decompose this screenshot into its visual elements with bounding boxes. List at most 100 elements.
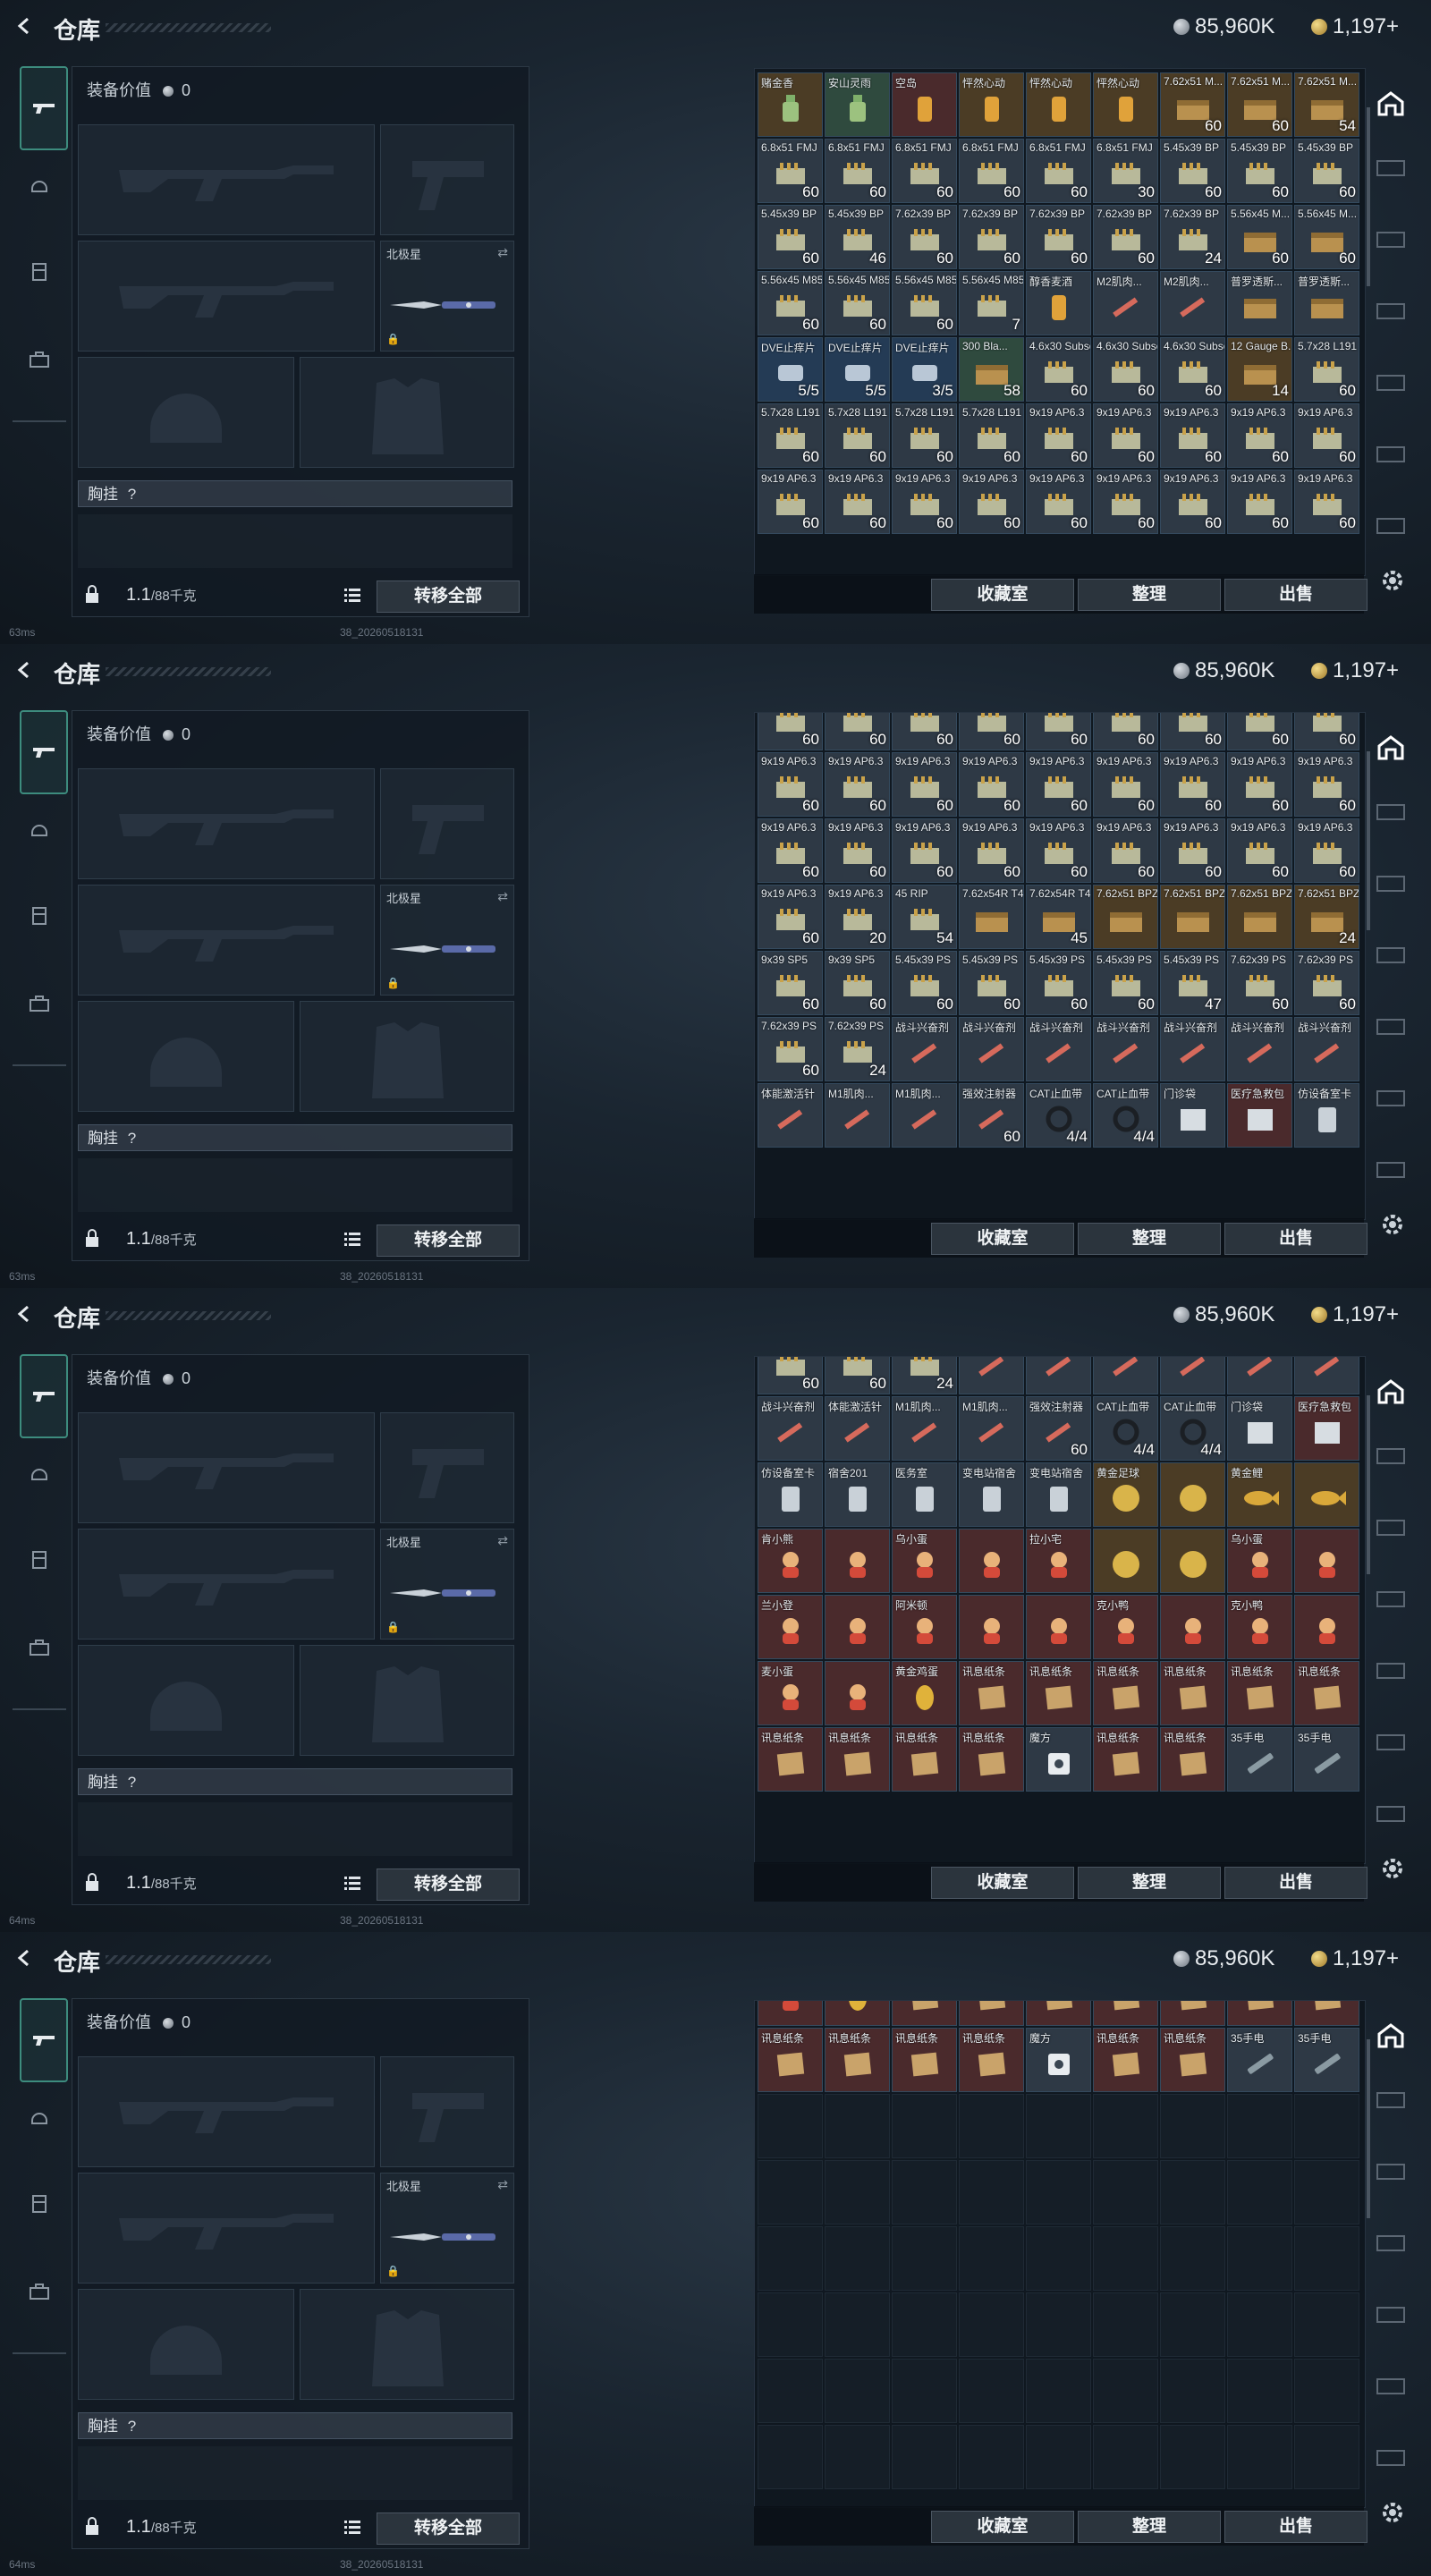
empty-slot[interactable]: [1294, 2160, 1359, 2224]
list-icon[interactable]: [343, 1230, 362, 1248]
stash-item-slot[interactable]: 5.7x28 L191 60: [1294, 337, 1359, 402]
stash-page-icon[interactable]: [1376, 444, 1410, 470]
stash-item-slot[interactable]: 9x19 AP6.3 60: [1026, 403, 1091, 468]
stash-item-slot[interactable]: 5.45x39 BP 60: [1227, 139, 1292, 203]
empty-slot[interactable]: [1093, 2292, 1158, 2357]
stash-page-icon[interactable]: [1376, 1159, 1410, 1186]
stash-page-icon[interactable]: [1376, 2304, 1410, 2331]
helmet-slot[interactable]: [78, 1001, 294, 1112]
stash-item-slot[interactable]: CAT止血带 4/4: [1160, 1396, 1225, 1461]
stash-item-slot[interactable]: 体能激活针: [758, 1083, 823, 1148]
stash-item-slot[interactable]: 7.62x39 BP 60: [1093, 205, 1158, 269]
stash-item-slot[interactable]: 9x19 AP6.3 60: [1160, 403, 1225, 468]
stash-item-slot[interactable]: 4.6x30 Subsonic 60: [1093, 337, 1158, 402]
chest-rig-slot[interactable]: 胸挂 ?: [78, 1124, 512, 1151]
empty-slot[interactable]: [758, 2359, 823, 2423]
stash-item-slot[interactable]: 讯息纸条: [959, 1727, 1024, 1792]
empty-slot[interactable]: [758, 2292, 823, 2357]
help-icon[interactable]: ?: [128, 486, 136, 503]
stash-item-slot[interactable]: 5.7x2860: [825, 713, 890, 750]
stash-item-slot[interactable]: 5.56x45 M855A1 60: [825, 271, 890, 335]
stash-item-slot[interactable]: 讯息纸条: [1093, 1727, 1158, 1792]
transfer-all-button[interactable]: 转移全部: [377, 1224, 520, 1257]
stash-item-slot[interactable]: 9x19 AP6.3 60: [1093, 752, 1158, 817]
sort-button[interactable]: 整理: [1078, 579, 1221, 611]
transfer-all-button[interactable]: 转移全部: [377, 1868, 520, 1901]
sell-button[interactable]: 出售: [1224, 1223, 1367, 1255]
stash-item-slot[interactable]: 9x19 AP6.3 60: [1093, 818, 1158, 883]
stash-item-slot[interactable]: 讯息纸条: [825, 2028, 890, 2092]
empty-slot[interactable]: [1227, 2094, 1292, 2158]
stash-item-slot[interactable]: DVE止痒片 5/5: [758, 337, 823, 402]
stash-item-slot[interactable]: 5.45x39 PS 47: [1160, 951, 1225, 1015]
stash-item-slot[interactable]: 醇香麦酒: [1026, 271, 1091, 335]
empty-slot[interactable]: [758, 2160, 823, 2224]
stash-item-slot[interactable]: CAT止血带 4/4: [1093, 1396, 1158, 1461]
stash-item-slot[interactable]: 9x19 AP6.3 60: [1294, 470, 1359, 534]
stash-item-slot[interactable]: 5.45x39 BP 60: [1160, 139, 1225, 203]
stash-item-slot[interactable]: 黄金鸡蛋: [892, 1661, 957, 1725]
list-icon[interactable]: [343, 1874, 362, 1892]
empty-slot[interactable]: [1026, 2359, 1091, 2423]
stash-item-slot[interactable]: 5.56x45 M... 60: [1294, 205, 1359, 269]
stash-home-icon[interactable]: [1376, 1377, 1410, 1404]
secondary-weapon-slot[interactable]: [78, 1529, 375, 1640]
stash-item-slot[interactable]: [1294, 2001, 1359, 2026]
stash-item-slot[interactable]: 5.7x28 L191 60: [758, 403, 823, 468]
stash-item-slot[interactable]: 9x19 AP6.3 60: [959, 470, 1024, 534]
empty-slot[interactable]: [758, 2226, 823, 2291]
stash-item-slot[interactable]: 7.62x51 BPZ: [1160, 885, 1225, 949]
stash-item-slot[interactable]: 仿设备室卡: [758, 1462, 823, 1527]
empty-slot[interactable]: [1026, 2425, 1091, 2489]
empty-slot[interactable]: [892, 2425, 957, 2489]
stash-item-slot[interactable]: 医疗急救包: [1294, 1396, 1359, 1461]
nav-weapons-tab[interactable]: [20, 1998, 68, 2082]
empty-slot[interactable]: [892, 2292, 957, 2357]
chest-rig-slot[interactable]: 胸挂 ?: [78, 480, 512, 507]
stash-item-slot[interactable]: 门诊袋: [1160, 1083, 1225, 1148]
stash-item-slot[interactable]: 安山灵雨: [825, 72, 890, 137]
empty-slot[interactable]: [959, 2292, 1024, 2357]
stash-item-slot[interactable]: 体能激活针: [825, 1396, 890, 1461]
nav-weapons-tab[interactable]: [20, 710, 68, 794]
stash-item-slot[interactable]: 变电站宿舍: [959, 1462, 1024, 1527]
stash-item-slot[interactable]: 5.56x45 M855A1 60: [892, 271, 957, 335]
stash-item-slot[interactable]: 6.8x51 FMJ 60: [758, 139, 823, 203]
stash-item-slot[interactable]: 5.45x39 BP 46: [825, 205, 890, 269]
stash-page-icon[interactable]: [1376, 2376, 1410, 2402]
stash-item-slot[interactable]: 战斗兴奋剂: [1093, 1357, 1158, 1394]
stash-item-slot[interactable]: 9x19 AP6.3 60: [1227, 470, 1292, 534]
stash-item-slot[interactable]: 乌小蛋: [892, 1529, 957, 1593]
stash-item-slot[interactable]: M1肌肉...: [959, 1396, 1024, 1461]
empty-slot[interactable]: [825, 2226, 890, 2291]
stash-item-slot[interactable]: 7.62x54R T46M 45: [1026, 885, 1091, 949]
stash-item-slot[interactable]: 5.45x39 BP 60: [758, 205, 823, 269]
stash-item-slot[interactable]: 讯息纸条: [1093, 2028, 1158, 2092]
stash-item-slot[interactable]: 7.62x39 PS 60: [1294, 951, 1359, 1015]
back-arrow-icon[interactable]: [14, 1304, 34, 1324]
stash-item-slot[interactable]: 9x19 AP6.3 60: [892, 752, 957, 817]
stash-item-slot[interactable]: 9x19 AP6.3 60: [758, 818, 823, 883]
stash-item-slot[interactable]: 9x1960: [1160, 713, 1225, 750]
chest-rig-slot[interactable]: 胸挂 ?: [78, 2412, 512, 2439]
empty-slot[interactable]: [1026, 2094, 1091, 2158]
padlock-icon[interactable]: [83, 1228, 101, 1248]
empty-slot[interactable]: [892, 2359, 957, 2423]
collection-room-button[interactable]: 收藏室: [931, 579, 1074, 611]
melee-slot[interactable]: 北极星 ⇄ 🔒: [380, 885, 514, 996]
back-arrow-icon[interactable]: [14, 16, 34, 36]
stash-page-icon[interactable]: [1376, 2447, 1410, 2474]
stash-item-slot[interactable]: [758, 2001, 823, 2026]
stash-item-slot[interactable]: 6.8x51 FMJ 60: [1026, 139, 1091, 203]
stash-page-icon[interactable]: [1376, 1016, 1410, 1043]
stash-page-icon[interactable]: [1376, 157, 1410, 184]
stash-item-slot[interactable]: 7.62x51 M... 54: [1294, 72, 1359, 137]
collection-room-button[interactable]: 收藏室: [931, 1223, 1074, 1255]
stash-item-slot[interactable]: 黄金足球: [1093, 1462, 1158, 1527]
stash-item-slot[interactable]: 阿米顿: [892, 1595, 957, 1659]
nav-armor-tab[interactable]: [18, 894, 61, 937]
empty-slot[interactable]: [959, 2226, 1024, 2291]
armor-slot[interactable]: [300, 1645, 514, 1756]
stash-item-slot[interactable]: 7.62x39 PS 60: [758, 1017, 823, 1081]
stash-item-slot[interactable]: [825, 1529, 890, 1593]
